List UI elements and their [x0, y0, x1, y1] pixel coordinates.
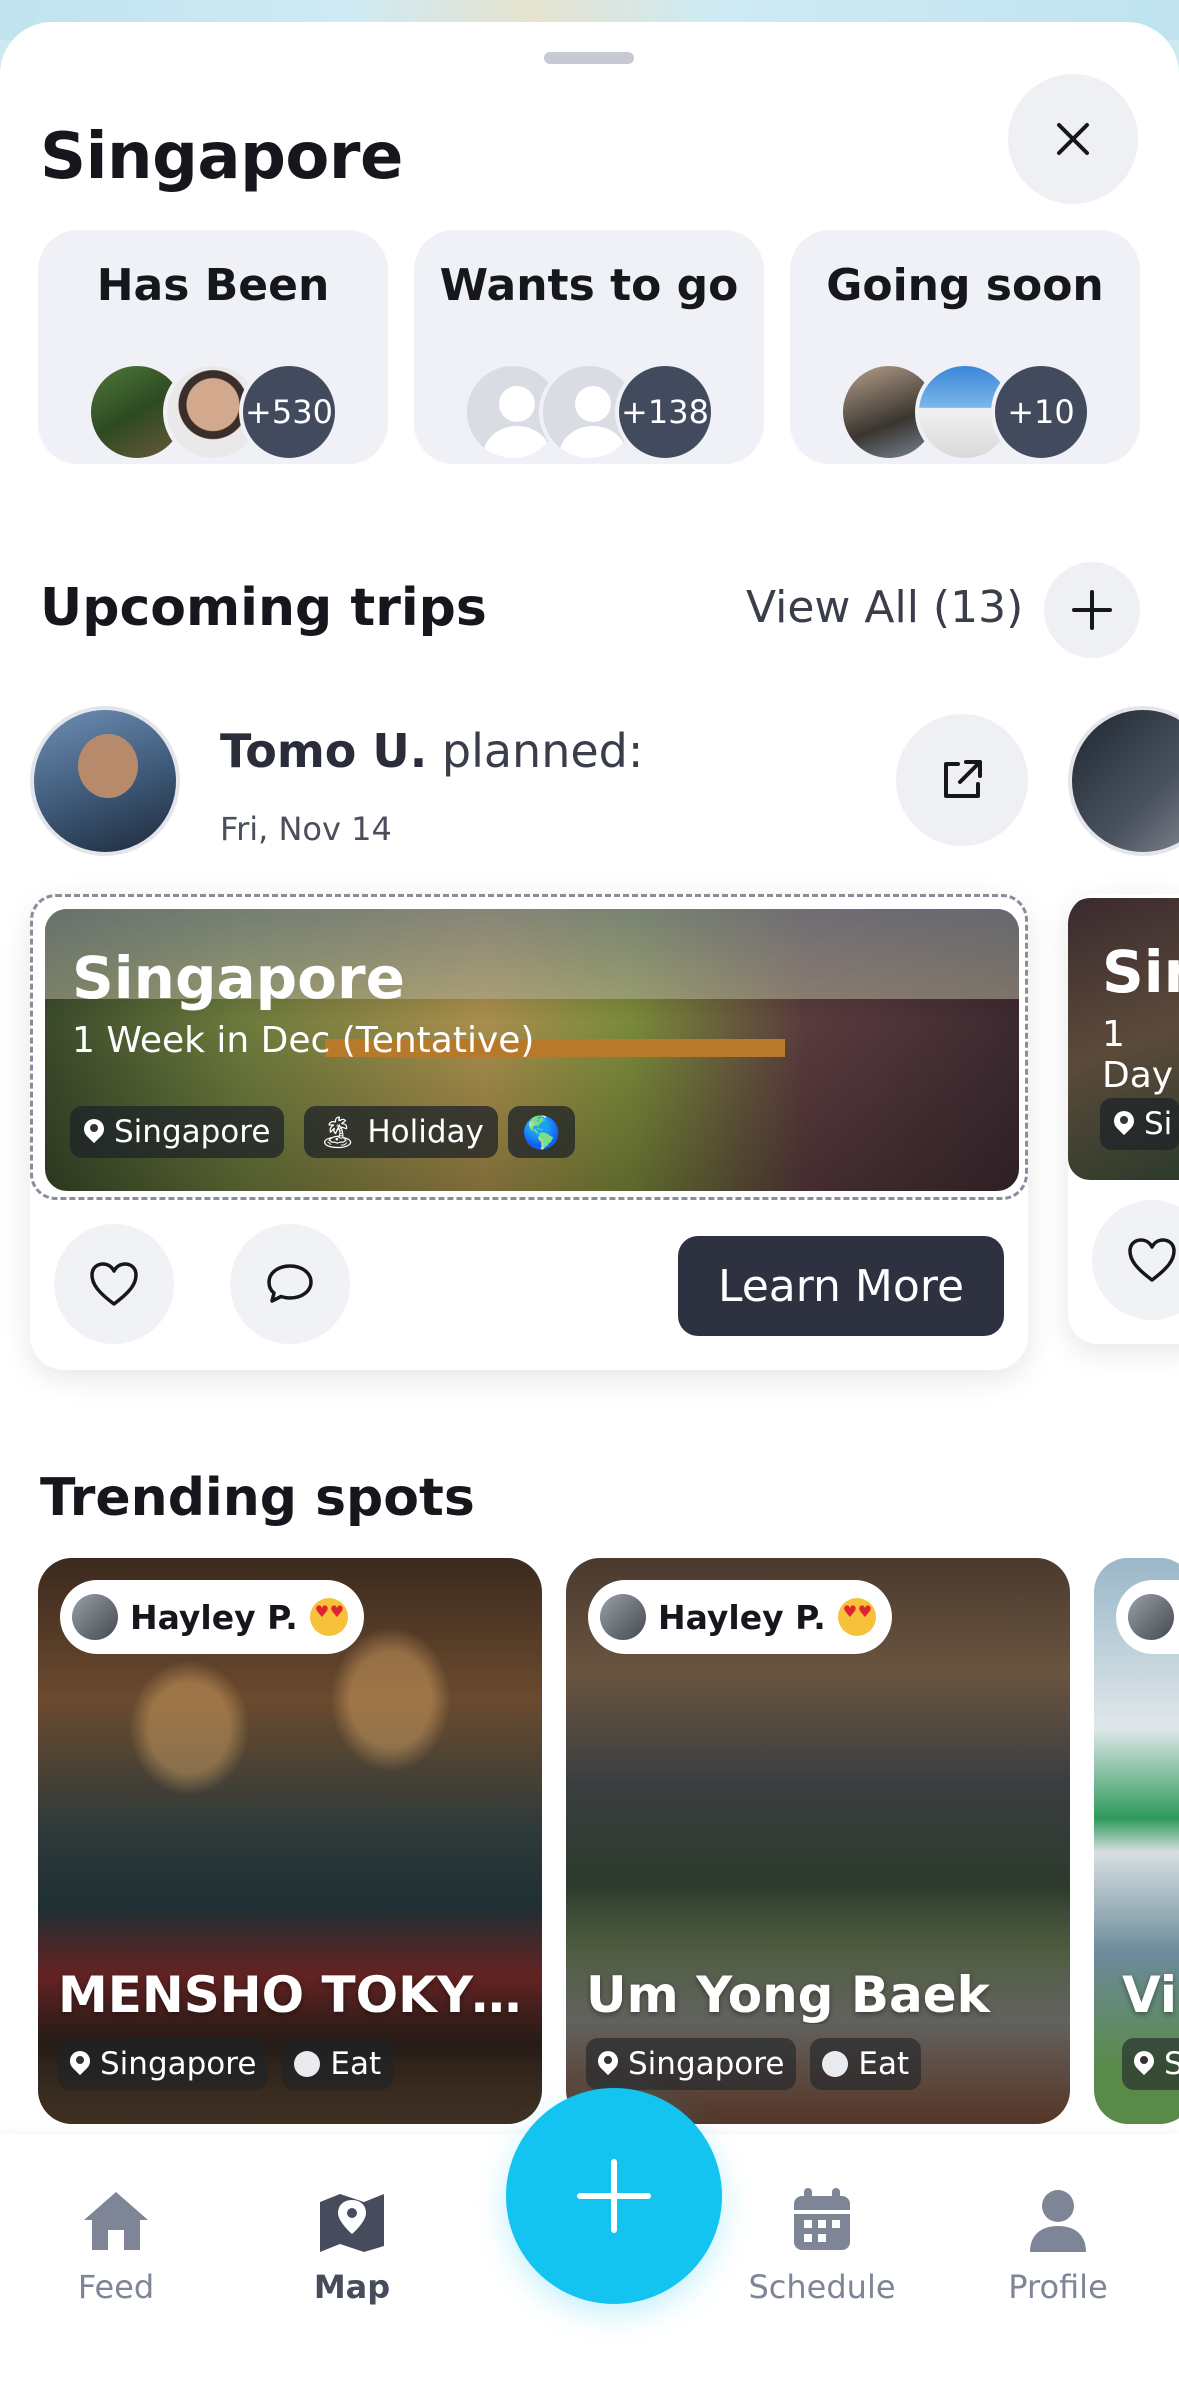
- share-button[interactable]: [896, 714, 1028, 846]
- avatar-count-badge: +138: [615, 362, 715, 462]
- spot-card[interactable]: Hayley P. MENSHO TOKYO... Singapore Eat: [38, 1558, 542, 2124]
- user-avatar: [72, 1594, 118, 1640]
- location-pin-icon: [1114, 1111, 1134, 1137]
- heart-icon: [1128, 1238, 1176, 1282]
- chip-label: Holiday: [367, 1114, 484, 1150]
- add-trip-button[interactable]: [1044, 562, 1140, 658]
- nav-map[interactable]: Map: [252, 2180, 452, 2306]
- chip-label: S: [1164, 2046, 1179, 2082]
- plus-icon: [577, 2159, 651, 2233]
- next-trip-title: Sin: [1102, 938, 1179, 1006]
- spot-category-chip: Eat: [282, 2038, 394, 2090]
- home-icon: [84, 2192, 148, 2250]
- external-link-icon: [944, 760, 982, 798]
- nav-schedule[interactable]: Schedule: [722, 2180, 922, 2306]
- avatar-count-badge: +530: [239, 362, 339, 462]
- plate-icon: [822, 2051, 849, 2077]
- person-icon: [1030, 2190, 1086, 2252]
- spot-name: Um Yong Baek: [586, 1966, 990, 2024]
- comment-icon: [267, 1264, 313, 1303]
- chip-label: Singapore: [628, 2046, 785, 2082]
- nav-label: Schedule: [748, 2268, 896, 2306]
- spot-user-name: Hayley P.: [130, 1597, 298, 1637]
- planner-line: Tomo U. planned:: [220, 724, 643, 778]
- avatar-stack: +530: [87, 362, 339, 462]
- globe-chip: 🌎: [508, 1106, 575, 1158]
- chip-label: Eat: [858, 2046, 910, 2082]
- avatar-stack: +10: [839, 362, 1091, 462]
- location-pin-icon: [1134, 2051, 1154, 2077]
- spot-chips: Singapore Eat: [58, 2038, 394, 2090]
- comment-button[interactable]: [230, 1224, 350, 1344]
- chip-label: Singapore: [114, 1114, 271, 1150]
- close-icon: [1057, 123, 1089, 155]
- spot-user-pill[interactable]: Hayley P.: [60, 1580, 364, 1654]
- heart-eyes-emoji-icon: [837, 1598, 876, 1636]
- status-card-wants-to-go[interactable]: Wants to go +138: [414, 230, 764, 464]
- status-label: Going soon: [826, 260, 1104, 311]
- trending-spots-title: Trending spots: [40, 1468, 475, 1528]
- plate-icon: [294, 2051, 321, 2077]
- spot-chips: Singapore Eat: [586, 2038, 922, 2090]
- avatar-stack: +138: [463, 362, 715, 462]
- spot-chips: S: [1122, 2038, 1179, 2090]
- globe-icon: 🌎: [522, 1114, 561, 1151]
- chip-label: Si: [1144, 1106, 1173, 1142]
- user-avatar: [1128, 1594, 1174, 1640]
- chip-label: Eat: [330, 2046, 382, 2082]
- planner-action: planned:: [441, 724, 644, 778]
- status-label: Wants to go: [439, 260, 739, 311]
- trip-location-chip: Singapore: [70, 1106, 285, 1158]
- learn-more-button[interactable]: Learn More: [678, 1236, 1004, 1336]
- spot-user-pill[interactable]: Hayley P.: [588, 1580, 892, 1654]
- spot-card[interactable]: Hayley P. Um Yong Baek Singapore Eat: [566, 1558, 1070, 2124]
- upcoming-trips-title: Upcoming trips: [40, 578, 487, 638]
- trip-title: Singapore: [72, 944, 405, 1012]
- avatar-count-badge: +10: [991, 362, 1091, 462]
- spot-name: MENSHO TOKYO...: [58, 1966, 528, 2024]
- close-button[interactable]: [1008, 74, 1138, 204]
- map-icon: [320, 2194, 384, 2252]
- create-button[interactable]: [506, 2088, 722, 2304]
- like-button[interactable]: [54, 1224, 174, 1344]
- plus-icon: [1072, 590, 1112, 630]
- chip-label: Singapore: [100, 2046, 257, 2082]
- status-cards: Has Been +530 Wants to go +138 Going soo…: [38, 230, 1140, 464]
- next-trip-location-chip: Si: [1100, 1098, 1179, 1150]
- status-card-going-soon[interactable]: Going soon +10: [790, 230, 1140, 464]
- location-pin-icon: [598, 2051, 618, 2077]
- planner-avatar[interactable]: [30, 706, 180, 856]
- trip-date: Fri, Nov 14: [220, 810, 392, 848]
- trip-tag-chip: 🏝 Holiday: [304, 1106, 498, 1158]
- nav-feed[interactable]: Feed: [16, 2180, 216, 2306]
- spot-name: Vi: [1122, 1966, 1177, 2024]
- spot-user-name: Hayley P.: [658, 1597, 826, 1637]
- spot-location-chip: S: [1122, 2038, 1179, 2090]
- nav-label: Profile: [1008, 2268, 1108, 2306]
- sheet-grabber[interactable]: [544, 52, 634, 64]
- heart-eyes-emoji-icon: [309, 1598, 348, 1636]
- location-pin-icon: [70, 2051, 90, 2077]
- heart-icon: [90, 1262, 138, 1306]
- spot-card[interactable]: Vi S: [1094, 1558, 1179, 2124]
- planner-name[interactable]: Tomo U.: [220, 724, 427, 778]
- user-avatar: [600, 1594, 646, 1640]
- island-icon: 🏝: [318, 1114, 358, 1151]
- sheet-title: Singapore: [40, 120, 403, 194]
- spot-location-chip: Singapore: [58, 2038, 269, 2090]
- calendar-icon: [794, 2188, 850, 2250]
- trip-subtitle: 1 Week in Dec (Tentative): [72, 1020, 535, 1061]
- spot-location-chip: Singapore: [586, 2038, 797, 2090]
- spot-category-chip: Eat: [810, 2038, 922, 2090]
- nav-label: Map: [313, 2268, 391, 2306]
- location-pin-icon: [84, 1119, 104, 1145]
- nav-profile[interactable]: Profile: [958, 2180, 1158, 2306]
- next-trip-subtitle: 1 Day: [1102, 1014, 1174, 1096]
- status-card-has-been[interactable]: Has Been +530: [38, 230, 388, 464]
- nav-label: Feed: [77, 2268, 155, 2306]
- status-label: Has Been: [96, 260, 330, 311]
- view-all-link[interactable]: View All (13): [746, 582, 1023, 633]
